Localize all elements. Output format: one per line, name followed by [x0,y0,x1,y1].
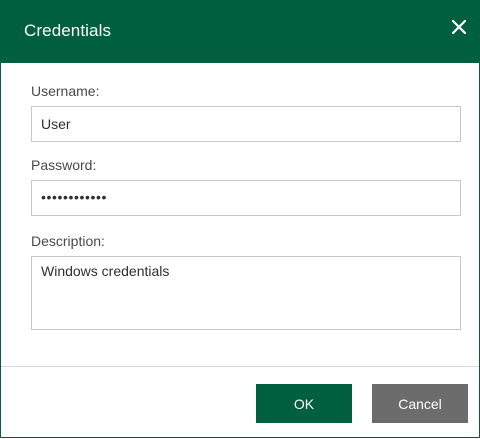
close-icon [452,20,466,34]
description-label: Description: [31,233,105,249]
dialog-title: Credentials [24,21,112,40]
credentials-dialog: Credentials Username: User Password: •••… [0,0,480,438]
description-textarea[interactable]: Windows credentials [31,256,461,330]
cancel-button[interactable]: Cancel [372,384,468,423]
dialog-titlebar: Credentials [0,0,480,63]
close-button[interactable] [446,14,472,40]
password-label: Password: [31,157,97,173]
ok-button[interactable]: OK [256,384,352,423]
password-input[interactable]: •••••••••••• [31,180,461,216]
footer-divider [1,366,479,367]
username-input[interactable]: User [31,106,461,142]
username-label: Username: [31,83,100,99]
